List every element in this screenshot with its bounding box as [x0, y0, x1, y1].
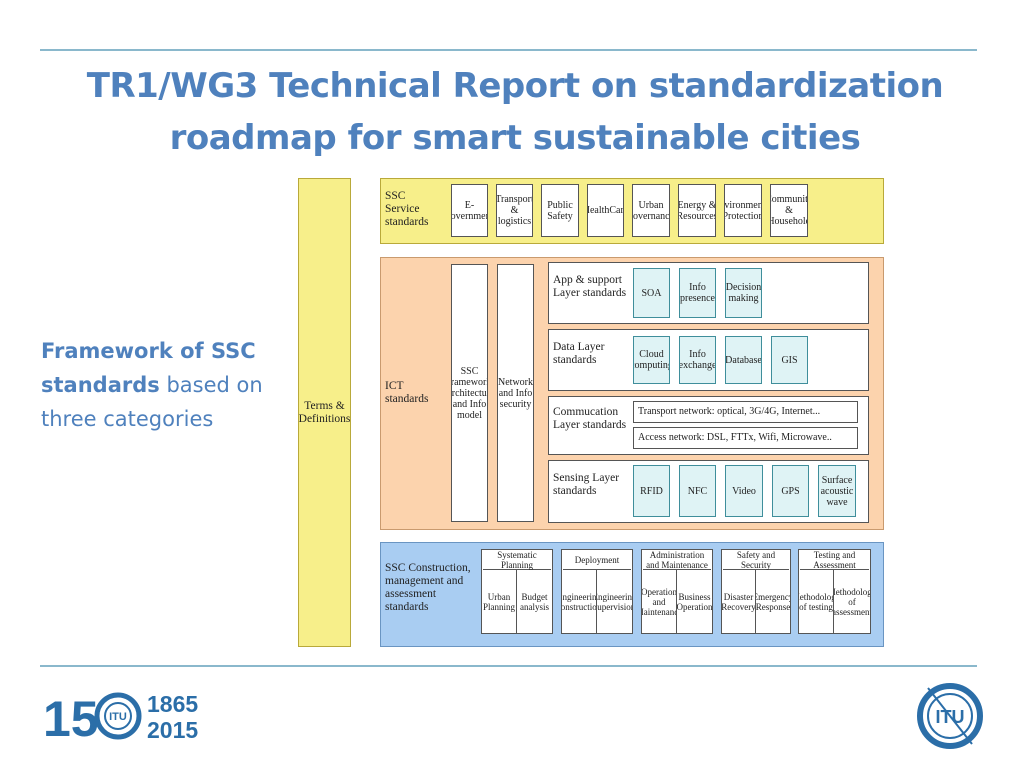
- data-item: Info exchange: [679, 336, 716, 384]
- group-item: Urban Planning: [482, 570, 517, 633]
- group-title: Systematic Planning: [483, 550, 551, 570]
- group-item: Engineering construction: [562, 570, 597, 633]
- sensing-item: NFC: [679, 465, 716, 517]
- group-title: Deployment: [563, 550, 631, 570]
- terms-column: Terms & Definitions: [298, 178, 351, 647]
- ssc-framework-diagram: Terms & Definitions SSC Service standard…: [0, 0, 1024, 768]
- data-item: GIS: [771, 336, 808, 384]
- group-title: Safety and Security: [723, 550, 789, 570]
- service-label: SSC Service standards: [385, 190, 429, 228]
- group-item: Engineering supervision: [597, 570, 632, 633]
- app-item: Decision making: [725, 268, 762, 318]
- sensing-layer-label: Sensing Layer standards: [553, 472, 620, 497]
- logo-year-top: 1865: [147, 691, 198, 717]
- transport-network-box: Transport network: optical, 3G/4G, Inter…: [633, 401, 858, 423]
- data-item: Cloud computing: [633, 336, 670, 384]
- sensing-item: GPS: [772, 465, 809, 517]
- terms-label: Terms & Definitions: [298, 399, 351, 425]
- service-item: Environmental Protection: [724, 184, 762, 237]
- logo-big-digits: 15: [43, 691, 99, 744]
- app-item: Info presence: [679, 268, 716, 318]
- service-item: Urban governance: [632, 184, 670, 237]
- sensing-item: Surface acoustic wave: [818, 465, 856, 517]
- itu-150-logo: 15 ITU 1865 2015: [43, 688, 203, 749]
- group-title: Testing and Assessment: [800, 550, 869, 570]
- service-item: Transport & logistics: [496, 184, 533, 237]
- itu-logo: ITU: [912, 676, 990, 759]
- construction-label: SSC Construction, management and assessm…: [385, 562, 471, 613]
- data-item: Database: [725, 336, 762, 384]
- sensing-item: RFID: [633, 465, 670, 517]
- group-item: Emergency Response: [756, 570, 790, 633]
- app-layer-label: App & support Layer standards: [553, 274, 627, 299]
- itu-globe-text: ITU: [936, 707, 965, 727]
- service-item: Public Safety: [541, 184, 579, 237]
- app-item: SOA: [633, 268, 670, 318]
- logo-itu-text: ITU: [109, 711, 127, 723]
- group-item: Methodology of testing: [799, 570, 834, 633]
- group-item: Operation and Maintenance: [642, 570, 677, 633]
- comm-layer-label: Commucation Layer standards: [553, 406, 627, 431]
- itu-globe-icon: ITU: [917, 683, 983, 749]
- sensing-item: Video: [725, 465, 763, 517]
- service-item: Energy & Resources: [678, 184, 716, 237]
- service-item: HealthCare: [587, 184, 624, 237]
- logo-year-bottom: 2015: [147, 717, 198, 743]
- ict-framework-box: SSC Framework, Architecture and Info mod…: [451, 264, 488, 522]
- group-item: Business Operation: [677, 570, 712, 633]
- bottom-rule: [40, 665, 977, 667]
- ict-label: ICT standards: [385, 380, 429, 405]
- data-layer-label: Data Layer standards: [553, 341, 605, 366]
- group-item: Methodology of assessment: [834, 570, 870, 633]
- access-network-box: Access network: DSL, FTTx, Wifi, Microwa…: [633, 427, 858, 449]
- service-item: Community & Household: [770, 184, 808, 237]
- ict-network-box: Network and Info security: [497, 264, 534, 522]
- itu-150-emblem-icon: 15 ITU 1865 2015: [43, 691, 198, 747]
- group-item: Disaster Recovery: [722, 570, 756, 633]
- group-title: Administration and Maintenance: [643, 550, 711, 570]
- group-item: Budget analysis: [517, 570, 552, 633]
- service-item: E-government: [451, 184, 488, 237]
